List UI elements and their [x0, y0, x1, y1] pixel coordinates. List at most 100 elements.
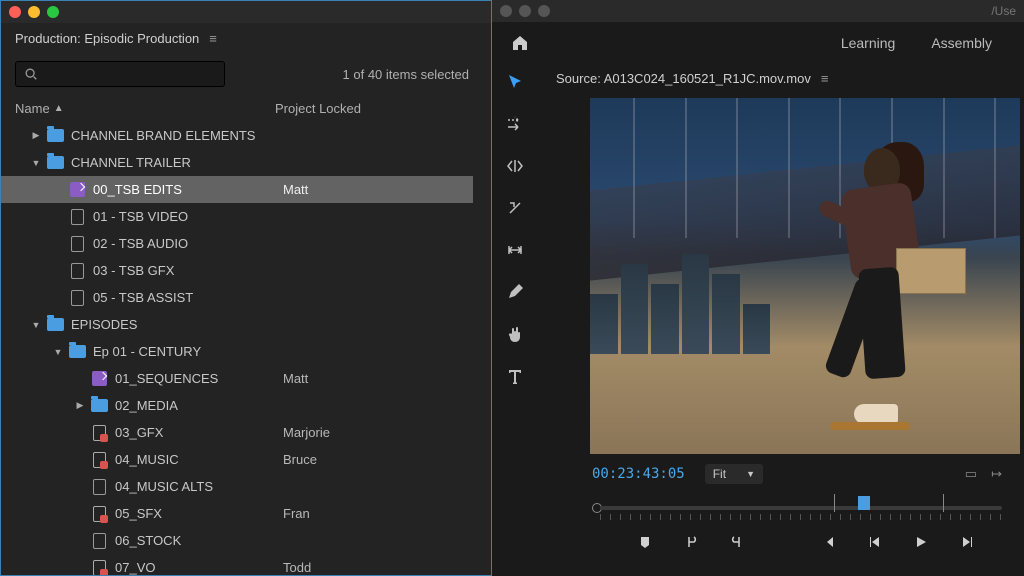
- tree-row[interactable]: ▼Ep 01 - CENTURY: [1, 338, 473, 365]
- locked-by: Matt: [283, 371, 473, 386]
- play-button[interactable]: [911, 532, 931, 552]
- zoom-window-button[interactable]: [47, 6, 59, 18]
- tool-slip[interactable]: [503, 238, 527, 262]
- tree-row[interactable]: 04_MUSICBruce: [1, 446, 473, 473]
- folder-icon: [67, 345, 87, 358]
- sort-asc-icon: ▲: [54, 103, 64, 114]
- tool-selection[interactable]: [503, 70, 527, 94]
- step-back-button[interactable]: [865, 532, 885, 552]
- tree-row[interactable]: ▶ 02_MEDIA: [1, 392, 473, 419]
- tree-row[interactable]: 07_VOTodd: [1, 554, 473, 575]
- window-titlebar-left: [1, 1, 491, 23]
- step-forward-button[interactable]: [957, 532, 977, 552]
- locked-by: Fran: [283, 506, 473, 521]
- go-to-in-button[interactable]: [819, 532, 839, 552]
- in-out-region[interactable]: [834, 494, 944, 512]
- search-box[interactable]: [15, 61, 225, 87]
- tree-row[interactable]: ▶CHANNEL BRAND ELEMENTS: [1, 122, 473, 149]
- item-label: 04_MUSIC ALTS: [109, 479, 213, 494]
- disclosure-chevron[interactable]: ▼: [29, 158, 43, 168]
- source-menu-icon[interactable]: ≡: [821, 71, 829, 86]
- item-label: 07_VO: [109, 560, 155, 575]
- col-name-header[interactable]: Name ▲: [15, 101, 275, 116]
- col-locked-header[interactable]: Project Locked: [275, 101, 477, 116]
- folder-icon: [45, 129, 65, 142]
- item-label: 05 - TSB ASSIST: [87, 290, 193, 305]
- tree-row[interactable]: 01_SEQUENCESMatt: [1, 365, 473, 392]
- disclosure-chevron[interactable]: ▼: [51, 347, 65, 357]
- settings-button[interactable]: ▭: [965, 466, 977, 482]
- search-row: 1 of 40 items selected: [1, 53, 491, 97]
- tree-row[interactable]: 03 - TSB GFX: [1, 257, 473, 284]
- playback-info-row: 00:23:43:05 Fit ▼ ▭ ↦: [538, 454, 1020, 488]
- tool-strip: [492, 64, 538, 576]
- item-label: 01 - TSB VIDEO: [87, 209, 188, 224]
- tree-row[interactable]: 06_STOCK: [1, 527, 473, 554]
- tool-type[interactable]: [503, 364, 527, 388]
- main-area: /Use Learning Assembly Source: A013C024_…: [492, 0, 1024, 576]
- locked-by: Bruce: [283, 452, 473, 467]
- home-icon: [510, 33, 530, 53]
- zoom-select[interactable]: Fit ▼: [705, 464, 763, 484]
- workspace-learning[interactable]: Learning: [823, 22, 914, 64]
- window-titlebar-right: /Use: [492, 0, 1024, 22]
- item-label: 05_SFX: [109, 506, 162, 521]
- item-label: 06_STOCK: [109, 533, 181, 548]
- file-icon: [67, 209, 87, 225]
- production-panel: Production: Episodic Production ≡ 1 of 4…: [0, 0, 492, 576]
- close-window-button[interactable]: [500, 5, 512, 17]
- home-button[interactable]: [506, 29, 534, 57]
- timecode[interactable]: 00:23:43:05: [592, 466, 685, 482]
- tool-hand[interactable]: [503, 322, 527, 346]
- minimize-window-button[interactable]: [28, 6, 40, 18]
- prproj-icon: [67, 182, 87, 197]
- locked-icon: [89, 506, 109, 522]
- tree-row[interactable]: 05 - TSB ASSIST: [1, 284, 473, 311]
- prproj-icon: [89, 371, 109, 386]
- tree-row[interactable]: 04_MUSIC ALTS: [1, 473, 473, 500]
- item-label: 02_MEDIA: [109, 398, 178, 413]
- disclosure-chevron[interactable]: ▼: [29, 320, 43, 330]
- source-monitor: Source: A013C024_160521_R1JC.mov.mov ≡: [538, 64, 1024, 576]
- playhead[interactable]: [858, 496, 870, 510]
- item-label: EPISODES: [65, 317, 137, 332]
- output-button[interactable]: ↦: [991, 466, 1002, 482]
- item-label: 00_TSB EDITS: [87, 182, 182, 197]
- set-out-button[interactable]: [727, 532, 747, 552]
- locked-icon: [89, 452, 109, 468]
- tree-row[interactable]: 01 - TSB VIDEO: [1, 203, 473, 230]
- disclosure-chevron[interactable]: ▶: [29, 130, 43, 141]
- tree-row[interactable]: 02 - TSB AUDIO: [1, 230, 473, 257]
- set-in-button[interactable]: [681, 532, 701, 552]
- project-tree[interactable]: ▶CHANNEL BRAND ELEMENTS▼CHANNEL TRAILER0…: [1, 122, 491, 575]
- zoom-window-button[interactable]: [538, 5, 550, 17]
- tree-row[interactable]: ▼CHANNEL TRAILER: [1, 149, 473, 176]
- disclosure-chevron[interactable]: ▶: [73, 400, 87, 411]
- mini-timeline[interactable]: [592, 494, 1002, 522]
- source-title-row: Source: A013C024_160521_R1JC.mov.mov ≡: [538, 64, 1020, 92]
- search-input[interactable]: [44, 67, 216, 81]
- tool-track-select[interactable]: [503, 112, 527, 136]
- window-path: /Use: [991, 4, 1016, 18]
- file-icon: [67, 290, 87, 306]
- mark-in-button[interactable]: [635, 532, 655, 552]
- locked-icon: [89, 425, 109, 441]
- minimize-window-button[interactable]: [519, 5, 531, 17]
- file-icon: [67, 236, 87, 252]
- tree-row[interactable]: 03_GFXMarjorie: [1, 419, 473, 446]
- video-preview[interactable]: [590, 98, 1020, 454]
- close-window-button[interactable]: [9, 6, 21, 18]
- item-label: 03 - TSB GFX: [87, 263, 174, 278]
- tool-razor[interactable]: [503, 196, 527, 220]
- tool-pen[interactable]: [503, 280, 527, 304]
- tree-row[interactable]: ▼ EPISODES: [1, 311, 473, 338]
- tree-row[interactable]: 05_SFX Fran: [1, 500, 473, 527]
- locked-by: Marjorie: [283, 425, 473, 440]
- workspace-assembly[interactable]: Assembly: [913, 22, 1010, 64]
- tree-row[interactable]: 00_TSB EDITSMatt: [1, 176, 473, 203]
- panel-menu-icon[interactable]: ≡: [209, 31, 217, 46]
- column-headers: Name ▲ Project Locked: [1, 97, 491, 122]
- panel-title-row: Production: Episodic Production ≡: [1, 23, 491, 53]
- tool-ripple-edit[interactable]: [503, 154, 527, 178]
- file-icon: [67, 263, 87, 279]
